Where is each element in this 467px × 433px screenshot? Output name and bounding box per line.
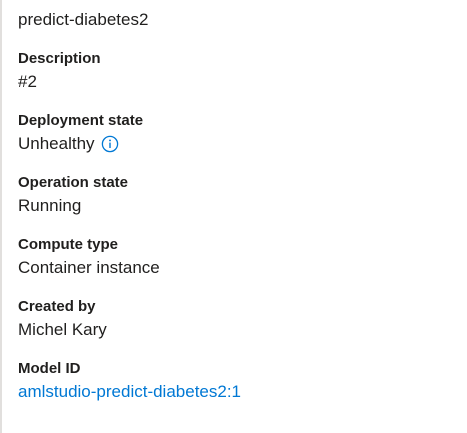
created-by-text: Michel Kary — [18, 320, 107, 339]
operation-state-text: Running — [18, 196, 82, 215]
operation-state-label: Operation state — [18, 174, 129, 191]
description-field: Description #2 — [18, 48, 459, 94]
operation-state-value: Running — [18, 194, 459, 218]
model-id-label: Model ID — [18, 360, 81, 377]
endpoint-details-panel: predict-diabetes2 Description #2 Deploym… — [18, 0, 459, 404]
compute-type-field: Compute type Container instance — [18, 234, 459, 280]
deployment-state-text: Unhealthy — [18, 134, 95, 153]
deployment-state-field: Deployment state Unhealthy — [18, 110, 459, 156]
compute-type-value: Container instance — [18, 256, 459, 280]
created-by-value: Michel Kary — [18, 318, 459, 342]
created-by-label: Created by — [18, 298, 96, 315]
panel-left-border — [0, 0, 2, 433]
created-by-field: Created by Michel Kary — [18, 296, 459, 342]
endpoint-name: predict-diabetes2 — [18, 10, 149, 29]
operation-state-field: Operation state Running — [18, 172, 459, 218]
deployment-state-value: Unhealthy — [18, 132, 459, 156]
description-label: Description — [18, 50, 101, 67]
description-text: #2 — [18, 72, 37, 91]
deployment-state-label: Deployment state — [18, 112, 144, 129]
model-id-field: Model ID amlstudio-predict-diabetes2:1 — [18, 358, 459, 404]
compute-type-text: Container instance — [18, 258, 160, 277]
model-id-link[interactable]: amlstudio-predict-diabetes2:1 — [18, 380, 459, 404]
description-value: #2 — [18, 70, 459, 94]
compute-type-label: Compute type — [18, 236, 119, 253]
info-icon[interactable] — [101, 135, 119, 153]
